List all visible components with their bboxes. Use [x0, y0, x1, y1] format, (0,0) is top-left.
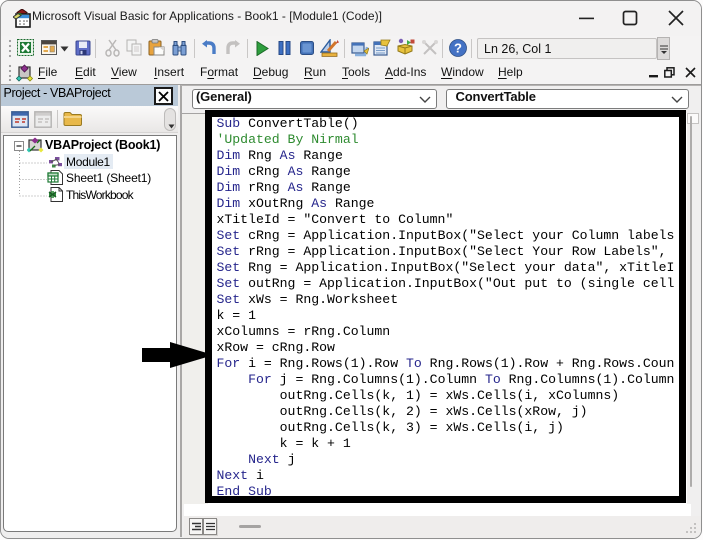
- svg-text:?: ?: [454, 41, 462, 56]
